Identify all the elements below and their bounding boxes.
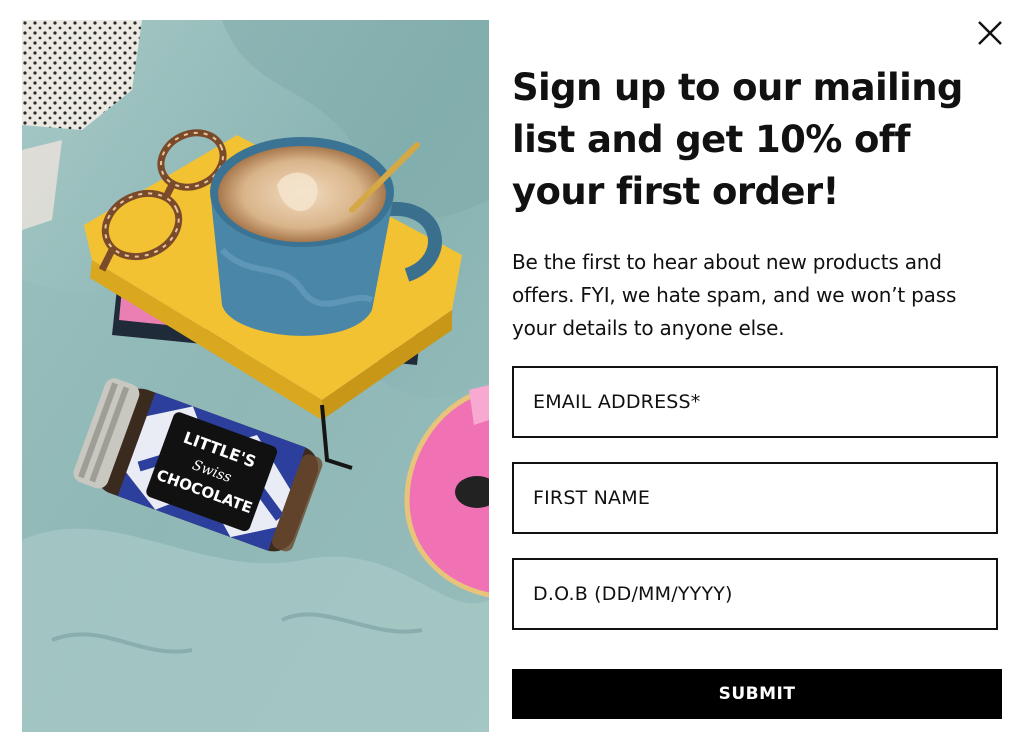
popup-headline: Sign up to our mailing list and get 10% … xyxy=(512,66,963,213)
dob-field[interactable] xyxy=(514,560,996,628)
promo-photo: LITTLE'S Swiss CHOCOLATE xyxy=(22,20,489,732)
email-field[interactable] xyxy=(514,368,996,436)
close-icon[interactable] xyxy=(973,16,1007,50)
first-name-field-wrapper xyxy=(512,462,998,534)
close-button[interactable] xyxy=(973,16,1007,50)
popup-description: Be the first to hear about new products … xyxy=(512,250,957,340)
email-field-wrapper xyxy=(512,366,998,438)
first-name-field[interactable] xyxy=(514,464,996,532)
signup-popup: LITTLE'S Swiss CHOCOLATE Sign up to our … xyxy=(0,0,1024,750)
promo-photo-illustration: LITTLE'S Swiss CHOCOLATE xyxy=(22,20,489,732)
submit-button[interactable]: SUBMIT xyxy=(512,669,1002,719)
dob-field-wrapper xyxy=(512,558,998,630)
